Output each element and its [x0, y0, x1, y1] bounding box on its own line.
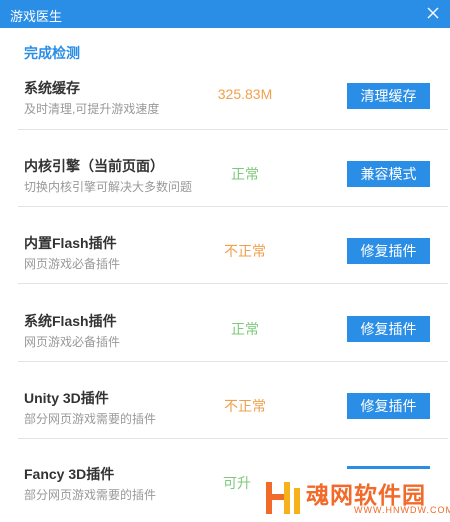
watermark-url: WWW.HNWDW.COM: [354, 505, 450, 515]
row-desc: 切换内核引擎可解决大多数问题: [24, 180, 193, 194]
row-name: 内核引擎（当前页面）: [24, 158, 164, 174]
row-status: 正常: [231, 321, 259, 337]
divider: [18, 206, 448, 207]
repair-plugin-button[interactable]: 修复插件: [347, 238, 430, 264]
row-name: 系统缓存: [24, 80, 80, 96]
check-row-unity3d: Unity 3D插件 部分网页游戏需要的插件 不正常 修复插件: [0, 368, 450, 446]
divider: [18, 361, 448, 362]
check-row-system-flash: 系统Flash插件 网页游戏必备插件 正常 修复插件: [0, 291, 450, 369]
repair-plugin-button[interactable]: 修复插件: [347, 316, 430, 342]
check-row-engine: 内核引擎（当前页面） 切换内核引擎可解决大多数问题 正常 兼容模式: [0, 136, 450, 214]
clear-cache-button[interactable]: 清理缓存: [347, 83, 430, 109]
row-status: 正常: [231, 166, 259, 182]
compat-mode-button[interactable]: 兼容模式: [347, 161, 430, 187]
divider: [18, 283, 448, 284]
row-status: 不正常: [224, 398, 266, 414]
check-row-cache: 系统缓存 及时清理,可提升游戏速度 325.83M 清理缓存: [0, 58, 450, 136]
upgrade-plugin-button[interactable]: [347, 466, 430, 469]
row-desc: 网页游戏必备插件: [24, 257, 121, 271]
window-title: 游戏医生: [10, 9, 63, 24]
close-icon: [427, 7, 439, 19]
row-desc: 及时清理,可提升游戏速度: [24, 102, 160, 116]
divider: [18, 438, 448, 439]
row-desc: 部分网页游戏需要的插件: [24, 412, 157, 426]
close-button[interactable]: [424, 4, 442, 22]
row-name: 内置Flash插件: [24, 235, 117, 251]
check-row-builtin-flash: 内置Flash插件 网页游戏必备插件 不正常 修复插件: [0, 213, 450, 291]
row-desc: 网页游戏必备插件: [24, 335, 121, 349]
row-status: 325.83M: [217, 86, 273, 102]
title-bar: 游戏医生: [0, 0, 450, 28]
watermark: 魂网软件园 WWW.HNWDW.COM: [262, 476, 450, 519]
row-desc: 部分网页游戏需要的插件: [24, 488, 157, 502]
row-name: Unity 3D插件: [24, 390, 109, 406]
repair-plugin-button[interactable]: 修复插件: [347, 393, 430, 419]
row-status: 不正常: [224, 243, 266, 259]
row-name: Fancy 3D插件: [24, 466, 115, 482]
row-name: 系统Flash插件: [24, 313, 117, 329]
divider: [18, 129, 448, 130]
watermark-logo-icon: [266, 482, 300, 514]
